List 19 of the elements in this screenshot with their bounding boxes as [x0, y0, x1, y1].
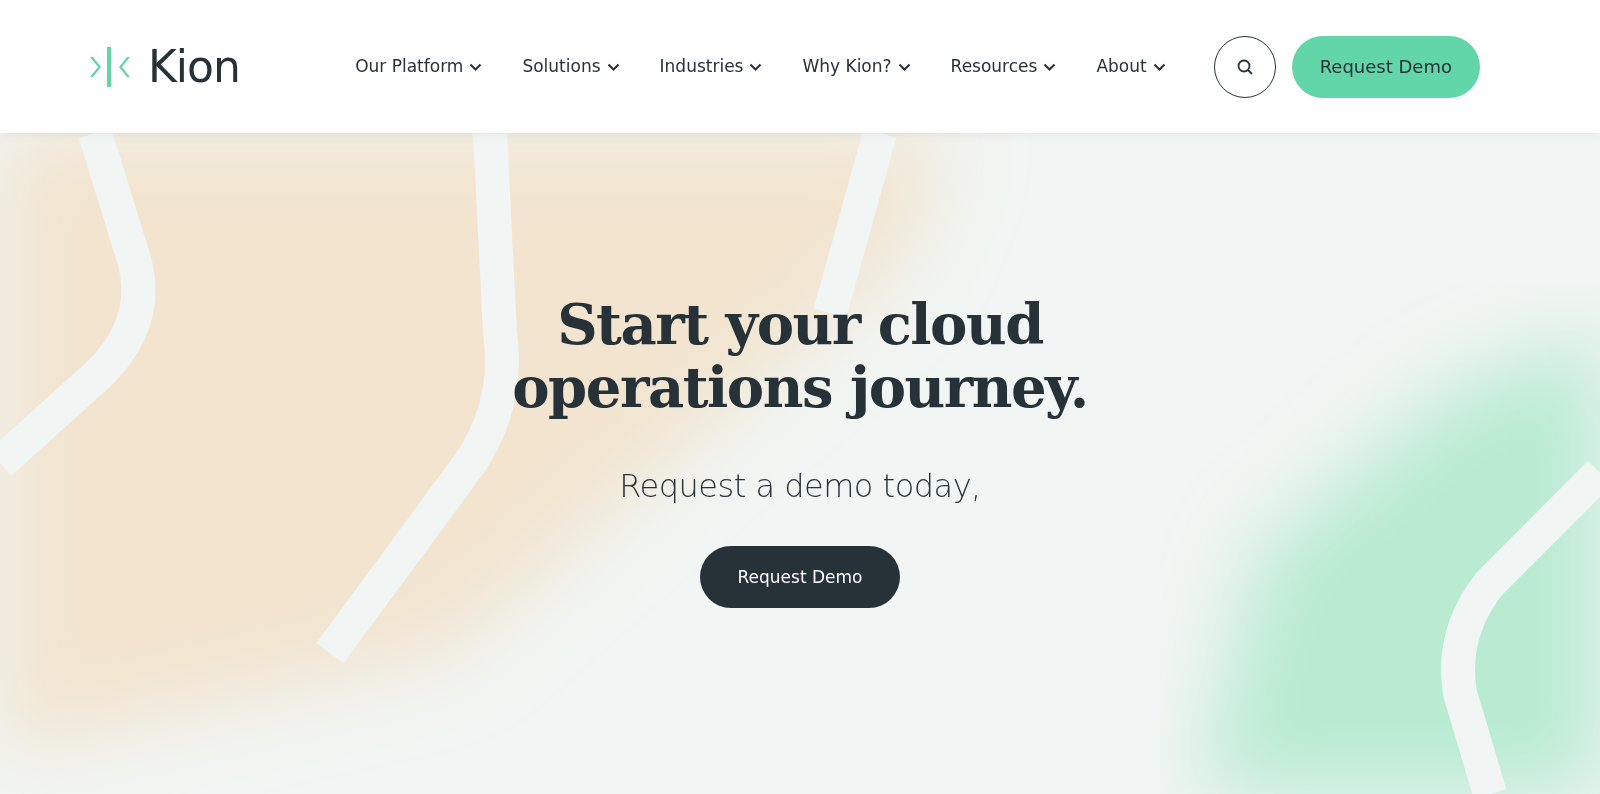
- nav-link[interactable]: Why Kion?: [802, 53, 911, 80]
- hero-title: Start your cloud operations journey.: [511, 293, 1089, 419]
- chevron-down-icon: [1152, 62, 1166, 71]
- chevron-down-icon: [469, 62, 483, 71]
- nav-link[interactable]: Resources: [950, 53, 1057, 80]
- chevron-down-icon: [1043, 62, 1057, 71]
- request-demo-button[interactable]: Request Demo: [1291, 35, 1480, 98]
- chevron-down-icon: [749, 62, 763, 71]
- logo-icon: [88, 44, 132, 89]
- chevron-down-icon: [606, 62, 620, 71]
- search-icon: [1235, 57, 1254, 76]
- chevron-down-icon: [897, 62, 911, 71]
- nav-link[interactable]: About: [1096, 53, 1166, 80]
- request-demo-button[interactable]: Request Demo: [700, 546, 900, 609]
- nav-link[interactable]: Industries: [659, 53, 763, 80]
- nav-link[interactable]: Our Platform: [355, 53, 483, 80]
- hero-subtitle: Request a demo today,: [618, 466, 982, 508]
- logo-text[interactable]: Kion: [148, 44, 240, 89]
- nav-link[interactable]: Solutions: [522, 53, 620, 80]
